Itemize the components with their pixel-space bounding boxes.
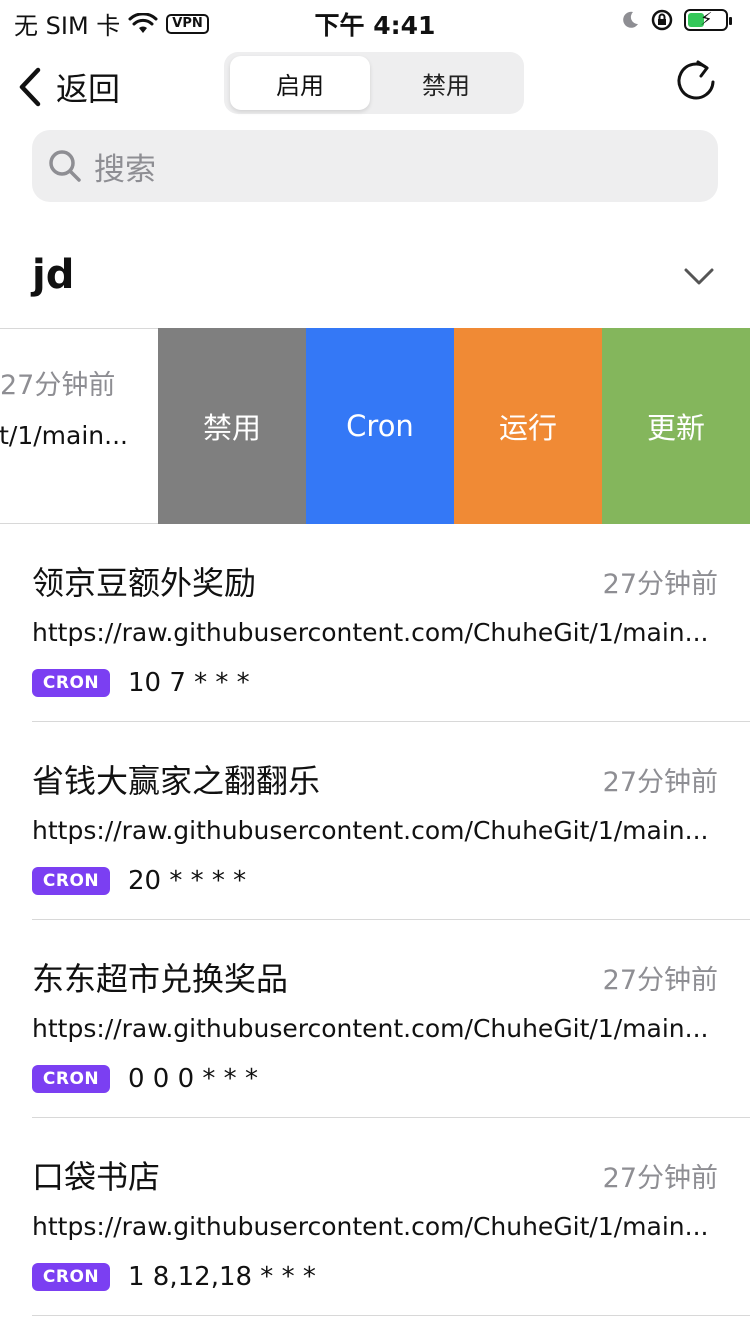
cron-badge: CRON xyxy=(32,867,110,895)
refresh-icon[interactable] xyxy=(674,58,718,102)
item-time: 27分钟前 xyxy=(602,767,718,798)
list-item[interactable]: 口袋书店 27分钟前 https://raw.githubusercontent… xyxy=(0,1118,750,1316)
item-url: https://raw.githubusercontent.com/ChuheG… xyxy=(32,1212,709,1241)
item-url: https://raw.githubusercontent.com/ChuheG… xyxy=(32,618,709,647)
moon-icon xyxy=(623,11,638,28)
search-placeholder: 搜索 xyxy=(94,151,156,188)
item-url: https://raw.githubusercontent.com/ChuheG… xyxy=(32,1014,709,1043)
item-url: it/1/main... xyxy=(0,421,128,450)
chevron-left-icon xyxy=(19,67,41,107)
item-time: 27分钟前 xyxy=(0,370,116,401)
cron-expression: 0 0 0 * * * xyxy=(128,1064,258,1094)
list-item[interactable]: 东东超市兑换奖品 27分钟前 https://raw.githubusercon… xyxy=(0,920,750,1118)
item-url: https://raw.githubusercontent.com/ChuheG… xyxy=(32,816,709,845)
item-time: 27分钟前 xyxy=(602,1163,718,1194)
section-title: jd xyxy=(32,252,75,298)
item-time: 27分钟前 xyxy=(602,965,718,996)
cron-badge: CRON xyxy=(32,1263,110,1291)
item-cron: CRON 1 8,12,18 * * * xyxy=(32,1262,316,1292)
item-title: 口袋书店 xyxy=(32,1158,161,1196)
nav-bar: 返回 启用 禁用 xyxy=(0,50,750,120)
cron-expression: 10 7 * * * xyxy=(128,668,250,698)
item-cron: CRON 20 * * * * xyxy=(32,866,246,896)
segment-enabled[interactable]: 启用 xyxy=(230,56,370,110)
item-title: 省钱大赢家之翻翻乐 xyxy=(32,762,321,800)
search-bar[interactable]: 搜索 xyxy=(32,130,718,202)
item-title: 领京豆额外奖励 xyxy=(32,564,257,602)
rotation-lock-icon xyxy=(651,9,673,31)
battery-icon: ⚡ xyxy=(684,9,732,31)
item-title: 东东超市兑换奖品 xyxy=(32,960,289,998)
cron-expression: 1 8,12,18 * * * xyxy=(128,1262,316,1292)
swiped-item-content[interactable]: 27分钟前 it/1/main... xyxy=(0,328,158,524)
back-button[interactable]: 返回 xyxy=(18,64,120,110)
cron-button[interactable]: Cron xyxy=(306,328,454,524)
item-time: 27分钟前 xyxy=(602,569,718,600)
search-icon xyxy=(49,150,81,182)
list-item[interactable]: 领京豆额外奖励 27分钟前 https://raw.githubusercont… xyxy=(0,524,750,722)
run-button[interactable]: 运行 xyxy=(454,328,602,524)
divider xyxy=(32,1315,750,1316)
item-cron: CRON 10 7 * * * xyxy=(32,668,250,698)
swiped-list-item[interactable]: 27分钟前 it/1/main... 禁用 Cron 运行 更新 xyxy=(0,328,750,524)
list-item[interactable]: 省钱大赢家之翻翻乐 27分钟前 https://raw.githubuserco… xyxy=(0,722,750,920)
cron-badge: CRON xyxy=(32,1065,110,1093)
back-label: 返回 xyxy=(56,70,121,108)
section-header[interactable]: jd xyxy=(32,252,718,316)
cron-badge: CRON xyxy=(32,669,110,697)
segmented-control: 启用 禁用 xyxy=(224,52,524,114)
item-cron: CRON 0 0 0 * * * xyxy=(32,1064,258,1094)
update-button[interactable]: 更新 xyxy=(602,328,750,524)
task-list: 领京豆额外奖励 27分钟前 https://raw.githubusercont… xyxy=(0,524,750,1316)
disable-button[interactable]: 禁用 xyxy=(158,328,306,524)
chevron-down-icon[interactable] xyxy=(684,268,714,286)
segment-disabled[interactable]: 禁用 xyxy=(376,56,516,110)
status-bar: 无 SIM 卡 VPN 下午 4:41 ⚡ xyxy=(0,0,750,40)
cron-expression: 20 * * * * xyxy=(128,866,247,896)
status-right: ⚡ xyxy=(620,8,732,32)
